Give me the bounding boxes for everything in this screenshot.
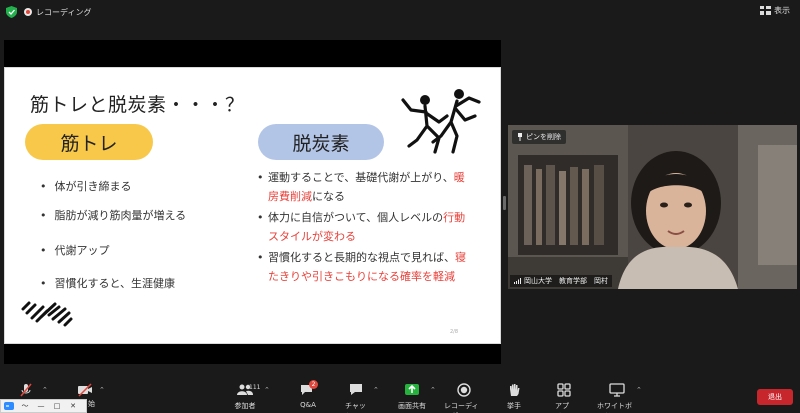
video-camera-muted-icon — [77, 383, 92, 397]
chat-icon — [350, 384, 362, 395]
view-label: 表示 — [774, 6, 790, 15]
connection-signal-icon — [514, 278, 521, 284]
bullet-text: 運動することで、基礎代謝が上がり、 — [268, 171, 454, 184]
share-screen-label: 画面共有 — [398, 402, 426, 410]
apps-button[interactable]: アプリ — [555, 383, 573, 413]
record-label: レコーディング — [444, 402, 479, 413]
security-shield-icon[interactable] — [6, 6, 17, 18]
qa-label: Q&A — [300, 401, 316, 409]
chat-label: チャット — [345, 402, 366, 413]
leave-button[interactable]: 退出 — [757, 389, 793, 405]
recording-dot-icon — [24, 8, 32, 16]
app-icon — [4, 402, 14, 410]
dancing-people-illustration — [401, 89, 481, 154]
muscle-training-heading: 筋トレ — [25, 124, 153, 160]
whiteboard-label: ホワイトボード — [597, 402, 632, 413]
minimize-button[interactable]: — — [33, 402, 49, 410]
view-button[interactable]: 表示 — [760, 5, 790, 16]
maximize-button[interactable]: □ — [49, 402, 65, 410]
close-button[interactable]: ✕ — [65, 402, 81, 410]
raise-hand-label: 挙手 — [507, 402, 521, 410]
microphone-muted-icon — [20, 383, 32, 397]
participant-video-tile[interactable]: ピンを削除 岡山大学 教育学部 岡村 — [508, 125, 797, 289]
bullet-text: になる — [312, 190, 345, 203]
presentation-slide: 筋トレと脱炭素・・・？ 筋トレ 脱炭素 体が引き締まる 脂肪が減り筋肉量が増える… — [4, 67, 501, 344]
whiteboard-icon — [609, 383, 625, 397]
top-bar: レコーディング 表示 — [0, 0, 800, 24]
bullet-item: 習慣化すると長期的な視点で見れば、寝たきりや引きこもりになる確率を軽減 — [257, 248, 472, 286]
bullet-item: 脂肪が減り筋肉量が増える — [40, 207, 187, 223]
whiteboard-caret-icon[interactable]: ⌃ — [636, 386, 642, 394]
bullet-text: 体力に自信がついて、個人レベルの — [268, 211, 444, 224]
participant-name: 岡山大学 教育学部 岡村 — [524, 277, 608, 285]
chat-caret-icon[interactable]: ⌃ — [373, 386, 379, 394]
audio-options-caret-icon[interactable]: ⌃ — [42, 386, 48, 394]
bullet-text: 習慣化すると長期的な視点で見れば、 — [268, 251, 455, 264]
minimized-window-bar[interactable]: 〜 — □ ✕ — [0, 399, 87, 413]
unpin-button[interactable]: ピンを削除 — [512, 130, 566, 144]
whiteboard-button[interactable]: ホワイトボード — [597, 383, 637, 413]
qa-button[interactable]: 2 Q&A — [299, 380, 318, 409]
chat-button[interactable]: チャット — [345, 383, 367, 413]
record-button[interactable]: レコーディング — [444, 383, 484, 413]
grid-view-icon — [760, 6, 771, 15]
participants-caret-icon[interactable]: ⌃ — [264, 386, 270, 394]
participant-name-tag: 岡山大学 教育学部 岡村 — [510, 275, 612, 287]
bullet-item: 運動することで、基礎代謝が上がり、暖房費削減になる — [257, 168, 472, 206]
bullet-item: 体力に自信がついて、個人レベルの行動スタイルが変わる — [257, 208, 472, 246]
window-app-label: 〜 — [21, 402, 29, 410]
bullet-item: 体が引き締まる — [40, 178, 132, 194]
share-caret-icon[interactable]: ⌃ — [430, 386, 436, 394]
video-options-caret-icon[interactable]: ⌃ — [99, 386, 105, 394]
bullet-item: 習慣化すると、生涯健康 — [40, 275, 176, 291]
recording-label: レコーディング — [36, 7, 92, 17]
recording-indicator[interactable]: レコーディング — [24, 5, 91, 19]
participants-count: 111 — [249, 384, 261, 391]
qa-badge: 2 — [309, 380, 318, 389]
raise-hand-icon — [510, 384, 520, 396]
meeting-toolbar: ⌃ 始 ⌃ 111 参加者 ⌃ 2 Q&A チャッ ⌃ 画面共有 ⌃ レコーディ… — [0, 380, 800, 413]
participants-button[interactable]: 111 参加者 — [232, 383, 261, 411]
participant-video-feed — [508, 125, 797, 289]
decarbonization-heading: 脱炭素 — [258, 124, 384, 160]
record-icon — [457, 383, 471, 397]
pin-icon — [518, 133, 522, 141]
dumbbell-illustration — [21, 301, 73, 327]
split-view-handle[interactable] — [503, 196, 506, 210]
start-video-label: 始 — [88, 400, 95, 408]
slide-title: 筋トレと脱炭素・・・？ — [30, 94, 245, 116]
decarbonization-bullets: 運動することで、基礎代謝が上がり、暖房費削減になる 体力に自信がついて、個人レベ… — [257, 168, 472, 288]
share-screen-icon — [405, 384, 419, 395]
share-screen-button[interactable]: 画面共有 — [396, 383, 428, 411]
raise-hand-button[interactable]: 挙手 — [506, 383, 522, 411]
participants-label: 参加者 — [234, 402, 256, 410]
zoom-meeting-window: レコーディング 表示 筋トレと脱炭素・・・？ 筋トレ 脱炭素 体が引き締まる 脂… — [0, 0, 800, 413]
apps-label: アプリ — [555, 402, 569, 413]
unpin-label: ピンを削除 — [526, 133, 561, 141]
bullet-item: 代謝アップ — [40, 242, 110, 258]
slide-page-number: 2/8 — [449, 329, 458, 335]
apps-icon — [557, 383, 571, 397]
